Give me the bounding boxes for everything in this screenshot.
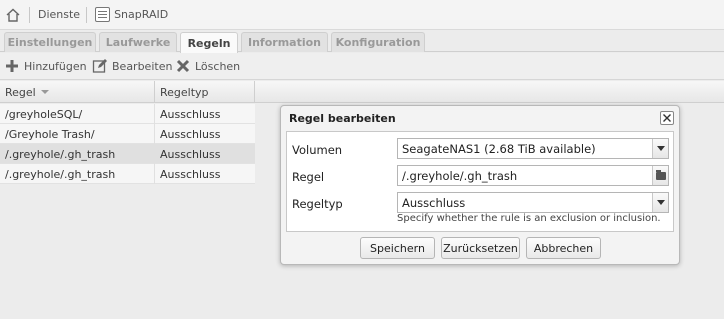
sort-desc-icon (40, 90, 49, 94)
volume-label: Volumen (292, 143, 343, 157)
rule-type-cell: Ausschluss (160, 107, 221, 121)
table-row[interactable]: /greyholeSQL/ Ausschluss (0, 104, 255, 124)
dialog-title: Regel bearbeiten (289, 112, 396, 125)
tab-rules[interactable]: Regeln (180, 32, 238, 53)
edit-rule-dialog: Regel bearbeiten Volumen SeagateNAS1 (2.… (280, 105, 680, 265)
rule-input[interactable]: /.greyhole/.gh_trash (397, 165, 669, 186)
rule-form: Volumen SeagateNAS1 (2.68 TiB available)… (286, 131, 674, 232)
delete-icon (175, 58, 191, 74)
volume-select[interactable]: SeagateNAS1 (2.68 TiB available) (397, 138, 669, 159)
toolbar: Hinzufügen Bearbeiten Löschen (0, 53, 724, 80)
breadcrumb-separator (86, 6, 88, 23)
chevron-down-icon (656, 200, 665, 205)
column-header-rule[interactable]: Regel (0, 81, 155, 103)
breadcrumb-item-snapraid[interactable]: SnapRAID (95, 7, 168, 22)
rule-label: Regel (292, 170, 325, 184)
close-button[interactable] (660, 111, 674, 125)
tab-drives[interactable]: Laufwerke (99, 32, 177, 52)
edit-button-label: Bearbeiten (112, 59, 173, 73)
tab-configuration[interactable]: Konfiguration (331, 32, 425, 52)
tab-bar: Einstellungen Laufwerke Regeln Informati… (0, 30, 724, 53)
rule-cell: /.greyhole/.gh_trash (0, 164, 155, 184)
edit-icon (92, 58, 108, 74)
grid-header: Regel Regeltyp (0, 81, 724, 103)
rule-type-label: Regeltyp (292, 197, 343, 211)
rule-cell: /greyholeSQL/ (0, 104, 155, 124)
close-icon (663, 114, 671, 122)
tab-information[interactable]: Information (241, 32, 328, 52)
rule-type-cell: Ausschluss (160, 167, 221, 181)
add-button-label: Hinzufügen (24, 59, 87, 73)
column-header-label: Regel (5, 85, 36, 99)
add-button[interactable]: Hinzufügen (4, 58, 87, 74)
breadcrumb: Dienste SnapRAID (0, 0, 724, 30)
column-header-label: Regeltyp (160, 85, 209, 99)
rule-type-value: Ausschluss (402, 195, 466, 210)
rule-cell: /Greyhole Trash/ (0, 124, 155, 144)
breadcrumb-item-label: SnapRAID (114, 8, 169, 21)
rule-type-cell: Ausschluss (160, 147, 221, 161)
rule-type-cell: Ausschluss (160, 127, 221, 141)
reset-button[interactable]: Zurücksetzen (441, 237, 520, 259)
table-row-selected[interactable]: /.greyhole/.gh_trash Ausschluss (0, 144, 255, 164)
dropdown-trigger[interactable] (652, 193, 668, 212)
home-icon[interactable] (3, 5, 23, 25)
rule-type-select[interactable]: Ausschluss (397, 192, 669, 213)
breadcrumb-separator (29, 6, 30, 23)
plus-icon (4, 58, 20, 74)
delete-button-label: Löschen (195, 59, 241, 73)
column-header-rule-type[interactable]: Regeltyp (155, 81, 255, 103)
breadcrumb-item-services[interactable]: Dienste (38, 8, 80, 21)
dropdown-trigger[interactable] (652, 139, 668, 158)
edit-button[interactable]: Bearbeiten (92, 58, 172, 74)
delete-button[interactable]: Löschen (175, 58, 240, 74)
rule-type-help-text: Specify whether the rule is an exclusion… (397, 213, 661, 224)
cancel-button[interactable]: Abbrechen (526, 237, 601, 259)
table-row[interactable]: /Greyhole Trash/ Ausschluss (0, 124, 255, 144)
rule-cell: /.greyhole/.gh_trash (0, 144, 155, 164)
chevron-down-icon (656, 146, 665, 151)
rule-value: /.greyhole/.gh_trash (402, 168, 518, 183)
table-row[interactable]: /.greyhole/.gh_trash Ausschluss (0, 164, 255, 184)
folder-icon (655, 169, 666, 180)
snapraid-icon (95, 7, 111, 22)
save-button[interactable]: Speichern (360, 237, 435, 259)
tab-settings[interactable]: Einstellungen (4, 32, 96, 52)
browse-trigger[interactable] (652, 166, 668, 185)
volume-value: SeagateNAS1 (2.68 TiB available) (402, 141, 596, 156)
